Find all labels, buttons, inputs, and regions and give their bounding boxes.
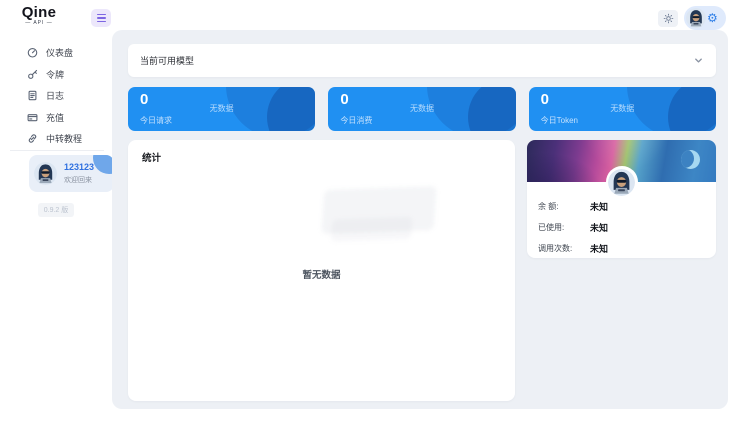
account-avatar-ring: [605, 166, 638, 198]
user-avatar: [686, 8, 706, 28]
available-models-label: 当前可用模型: [140, 56, 195, 66]
sidebar-nav: 仪表盘 令牌 日志 充值 中转教程: [0, 42, 112, 150]
sidebar-item-dashboard[interactable]: 仪表盘: [0, 42, 112, 64]
sidebar-item-tokens[interactable]: 令牌: [0, 64, 112, 86]
version-badge-wrap: 0.9.2 版: [0, 199, 112, 217]
sidebar-divider: [10, 150, 104, 151]
version-badge: 0.9.2 版: [37, 203, 75, 217]
crescent-moon-icon: [681, 150, 700, 169]
stat-label: 今日消费: [340, 116, 373, 125]
empty-chart-placeholder: [321, 186, 437, 234]
user-avatar: [34, 162, 57, 185]
hamburger-icon: [96, 17, 106, 19]
stat-empty-text: 无数据: [610, 104, 635, 113]
account-row-value: 未知: [590, 223, 609, 233]
account-row-label: 调用次数:: [538, 244, 573, 253]
available-models-select[interactable]: 当前可用模型: [128, 44, 716, 77]
log-file-icon: [28, 90, 37, 101]
sidebar-item-label: 中转教程: [46, 134, 83, 145]
stat-card-requests: 0 无数据 今日请求: [128, 87, 316, 131]
username: 123123: [64, 162, 95, 172]
sidebar-item-label: 日志: [46, 91, 65, 102]
chevron-down-icon: [695, 58, 702, 63]
credit-card-icon: [27, 113, 38, 122]
sidebar-item-label: 充值: [46, 112, 65, 123]
account-row-used: 已使用: 未知: [538, 221, 704, 234]
brand-logo: Qine — API —: [16, 4, 62, 27]
link-icon: [28, 134, 37, 143]
statistics-panel: 统计 暂无数据: [128, 140, 515, 401]
user-card-decoration: [93, 155, 114, 174]
sidebar-toggle-button[interactable]: [91, 9, 111, 27]
sidebar-item-label: 仪表盘: [46, 48, 74, 59]
stat-empty-text: 无数据: [209, 104, 234, 113]
stat-label: 今日Token: [540, 116, 579, 125]
no-data-text: 暂无数据: [302, 270, 341, 281]
brand-name: Qine: [21, 4, 57, 21]
greeting-text: 欢迎回来: [64, 177, 92, 184]
sidebar-item-logs[interactable]: 日志: [0, 85, 112, 107]
sidebar-item-label: 令牌: [46, 69, 65, 80]
account-row-label: 已使用:: [538, 223, 565, 232]
stat-cards-row: 0 无数据 今日请求 0 无数据 今日消费 0 无数据 今日Token: [128, 87, 716, 131]
sidebar-item-recharge[interactable]: 充值: [0, 107, 112, 129]
hamburger-icon: [96, 13, 106, 16]
theme-toggle-button[interactable]: [658, 10, 678, 27]
account-row-value: 未知: [590, 202, 609, 212]
header-user-menu[interactable]: ⚙: [684, 6, 726, 30]
account-row-label: 余 额:: [538, 202, 559, 211]
sidebar-user-card[interactable]: 123123 欢迎回来: [29, 155, 114, 192]
stat-card-tokens: 0 无数据 今日Token: [528, 87, 716, 131]
gear-icon: ⚙: [707, 11, 718, 25]
account-row-balance: 余 额: 未知: [538, 200, 704, 213]
sun-icon: [663, 13, 673, 24]
hamburger-icon: [96, 20, 106, 23]
dashboard-gauge-icon: [27, 48, 38, 58]
main-panel: 当前可用模型 0 无数据 今日请求 0 无数据 今日消费 0 无数据 今日Tok…: [112, 30, 728, 409]
stat-card-consumption: 0 无数据 今日消费: [328, 87, 516, 131]
account-summary-card: 余 额: 未知 已使用: 未知 调用次数: 未知: [527, 140, 716, 258]
account-row-value: 未知: [590, 244, 609, 254]
account-row-calls: 调用次数: 未知: [538, 242, 704, 255]
key-icon: [28, 69, 38, 79]
sidebar-item-tutorial[interactable]: 中转教程: [0, 128, 112, 150]
app-window: Qine — API — ⚙ 仪表盘 令牌 日志 充值 中转教程 123123 …: [0, 0, 736, 425]
stat-empty-text: 无数据: [409, 104, 434, 113]
statistics-title: 统计: [142, 153, 162, 164]
stat-label: 今日请求: [140, 116, 172, 125]
user-avatar: [608, 169, 635, 196]
